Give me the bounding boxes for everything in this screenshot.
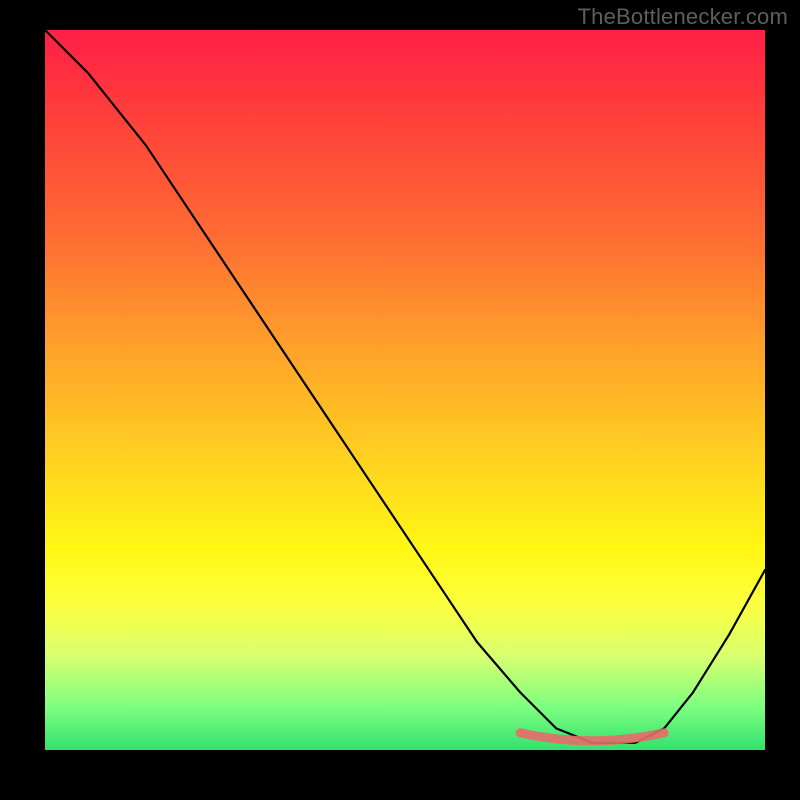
chart-frame: TheBottlenecker.com (0, 0, 800, 800)
watermark-text: TheBottlenecker.com (578, 4, 788, 30)
chart-overlay-svg (45, 30, 765, 750)
optimal-zone-band (520, 733, 664, 741)
bottleneck-curve-line (45, 30, 765, 743)
